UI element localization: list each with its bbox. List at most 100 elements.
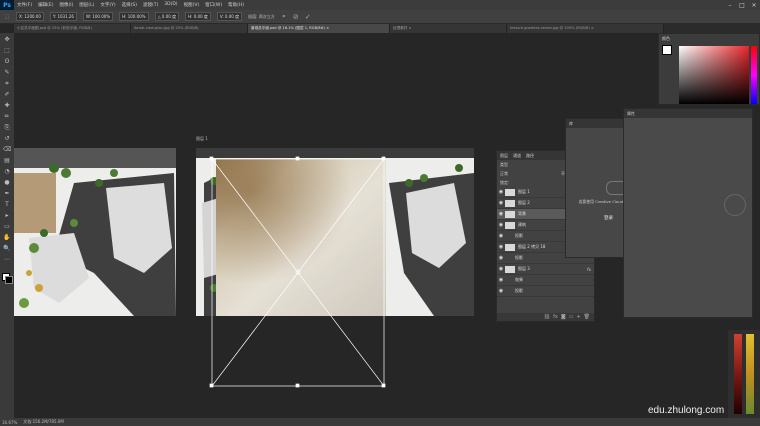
menu-item[interactable]: 编辑(E)	[35, 2, 56, 8]
shape-tool-icon[interactable]: ▭	[3, 224, 11, 230]
visibility-eye-icon[interactable]: ◉	[497, 189, 505, 195]
minimize-button[interactable]: –	[724, 0, 736, 10]
visibility-eye-icon[interactable]: ◉	[497, 244, 505, 250]
layer-fx-badge[interactable]: fx	[587, 267, 594, 272]
warp-icon[interactable]: ⌗	[281, 14, 287, 20]
document-tab-bar: 小区总平面图.psd @ 25% (彩色平面, RGB/8) Aerial-vie…	[14, 24, 760, 33]
zoom-tool-icon[interactable]: 🔍	[3, 246, 11, 252]
angle-field[interactable]: △ 0.00 度	[154, 12, 180, 21]
tab-layers[interactable]: 图层	[500, 153, 508, 159]
close-button[interactable]: ×	[748, 0, 760, 10]
tab-properties[interactable]: 属性	[627, 111, 635, 117]
tab-libraries[interactable]: 库	[569, 121, 573, 127]
healing-tool-icon[interactable]: ✚	[3, 103, 11, 109]
width-field[interactable]: W: 100.00%	[82, 12, 114, 21]
signin-link[interactable]: 登录	[604, 215, 613, 221]
folder-icon[interactable]: ▭	[569, 314, 574, 320]
target-icon	[724, 194, 746, 216]
layer-name: 图层 2 拷贝 18	[518, 244, 546, 249]
commit-transform-icon[interactable]: ✓	[305, 13, 311, 20]
document-tab[interactable]: 纹理素材 ×	[390, 24, 507, 33]
menu-items: 文件(F) 编辑(E) 图像(I) 图层(L) 文字(Y) 选择(S) 滤镜(T) 3D(D)…	[14, 2, 247, 8]
vskew-field[interactable]: V: 0.00 度	[216, 12, 243, 21]
filter-kind[interactable]: 类型	[500, 162, 508, 168]
tab-color[interactable]: 颜色	[662, 36, 670, 42]
menu-bar: Ps 文件(F) 编辑(E) 图像(I) 图层(L) 文字(Y) 选择(S) 滤镜(T) 3D…	[0, 0, 760, 10]
color-picker-field[interactable]	[679, 46, 749, 104]
document-tab[interactable]: 景观总平面.psd @ 16.1% (图层 1, RGB/8#) ×	[248, 24, 390, 33]
marquee-tool-icon[interactable]: ⬚	[3, 48, 11, 54]
visibility-eye-icon[interactable]: ◉	[497, 200, 505, 206]
menu-item[interactable]: 文字(Y)	[97, 2, 118, 8]
document-tab[interactable]: texture-gradient-vector.jpg @ 100% (RGB/…	[507, 24, 664, 33]
dodge-tool-icon[interactable]: ●	[3, 180, 11, 186]
layer-name: 图层 1	[518, 189, 530, 194]
edit-toolbar-icon[interactable]: ⋯	[3, 257, 11, 263]
menu-item[interactable]: 视图(V)	[181, 2, 203, 8]
menu-item[interactable]: 帮助(H)	[225, 2, 247, 8]
visibility-eye-icon[interactable]: ◉	[497, 222, 505, 228]
layer-row[interactable]: ◉ 图层 3 fx	[497, 264, 594, 275]
visibility-eye-icon[interactable]: ◉	[497, 277, 505, 283]
gradient-tool-icon[interactable]: ▤	[3, 158, 11, 164]
type-tool-icon[interactable]: T	[3, 202, 11, 208]
menu-item[interactable]: 窗口(W)	[202, 2, 225, 8]
history-brush-icon[interactable]: ↺	[3, 136, 11, 142]
fx-icon[interactable]: fx	[553, 314, 558, 320]
eraser-tool-icon[interactable]: ⌫	[3, 147, 11, 153]
quick-select-tool-icon[interactable]: ✎	[3, 70, 11, 76]
hskew-field[interactable]: H: 0.00 度	[185, 12, 211, 21]
crop-tool-icon[interactable]: ⌗	[3, 81, 11, 87]
swatch-yellow[interactable]	[746, 334, 754, 414]
restore-button[interactable]: □	[736, 0, 748, 10]
menu-item[interactable]: 3D(D)	[161, 2, 180, 8]
menu-item[interactable]: 滤镜(T)	[140, 2, 161, 8]
document-tab[interactable]: 小区总平面图.psd @ 25% (彩色平面, RGB/8)	[14, 24, 131, 33]
eyedropper-tool-icon[interactable]: ✐	[3, 92, 11, 98]
hue-slider[interactable]	[751, 46, 757, 104]
menu-item[interactable]: 文件(F)	[14, 2, 35, 8]
layer-name: 效果	[515, 277, 523, 282]
menu-item[interactable]: 图层(L)	[76, 2, 97, 8]
document-tab[interactable]: Aerial-view-plan.jpg @ 25% (RGB/8)	[131, 24, 248, 33]
layer-name: 建筑	[518, 222, 526, 227]
stamp-tool-icon[interactable]: ⎘	[3, 125, 11, 131]
interpolation-select[interactable]: 插值: 两次立方	[248, 14, 275, 20]
blur-tool-icon[interactable]: ◔	[3, 169, 11, 175]
background-color[interactable]	[5, 276, 13, 284]
document-size: 文档:156.2M/785.0M	[23, 419, 64, 424]
hand-tool-icon[interactable]: ✋	[3, 235, 11, 241]
tab-paths[interactable]: 路径	[526, 153, 534, 159]
brush-tool-icon[interactable]: ✏	[3, 114, 11, 120]
tab-channels[interactable]: 通道	[513, 153, 521, 159]
visibility-eye-icon[interactable]: ◉	[497, 233, 505, 239]
blend-mode-select[interactable]: 正常	[500, 171, 508, 177]
x-field[interactable]: X: 1200.00	[16, 12, 44, 21]
y-field[interactable]: Y: 1031.26	[49, 12, 77, 21]
height-field[interactable]: H: 100.00%	[119, 12, 149, 21]
swatch-red[interactable]	[734, 334, 742, 414]
visibility-eye-icon[interactable]: ◉	[497, 211, 505, 217]
move-tool-icon[interactable]: ✥	[3, 37, 11, 43]
texture-layer	[216, 159, 386, 316]
link-icon[interactable]: ⛓	[544, 314, 550, 320]
layer-row[interactable]: ◉ 效果	[497, 275, 594, 286]
new-layer-icon[interactable]: +	[576, 314, 580, 320]
foreground-color-swatch[interactable]	[662, 45, 672, 55]
pen-tool-icon[interactable]: ✒	[3, 191, 11, 197]
layer-thumbnail	[505, 210, 515, 218]
trash-icon[interactable]: 🗑	[584, 314, 590, 320]
lasso-tool-icon[interactable]: ʘ	[3, 59, 11, 65]
zoom-level[interactable]: 16.67%	[2, 420, 17, 425]
swatches-panel	[728, 330, 760, 418]
visibility-eye-icon[interactable]: ◉	[497, 266, 505, 272]
path-select-icon[interactable]: ▸	[3, 213, 11, 219]
visibility-eye-icon[interactable]: ◉	[497, 255, 505, 261]
layer-row[interactable]: ◉ 投影	[497, 286, 594, 297]
visibility-eye-icon[interactable]: ◉	[497, 288, 505, 294]
color-panel: 颜色	[658, 33, 760, 105]
mask-icon[interactable]: ◙	[561, 314, 566, 320]
menu-item[interactable]: 选择(S)	[119, 2, 140, 8]
cancel-transform-icon[interactable]: ⊘	[293, 13, 299, 20]
menu-item[interactable]: 图像(I)	[56, 2, 76, 8]
